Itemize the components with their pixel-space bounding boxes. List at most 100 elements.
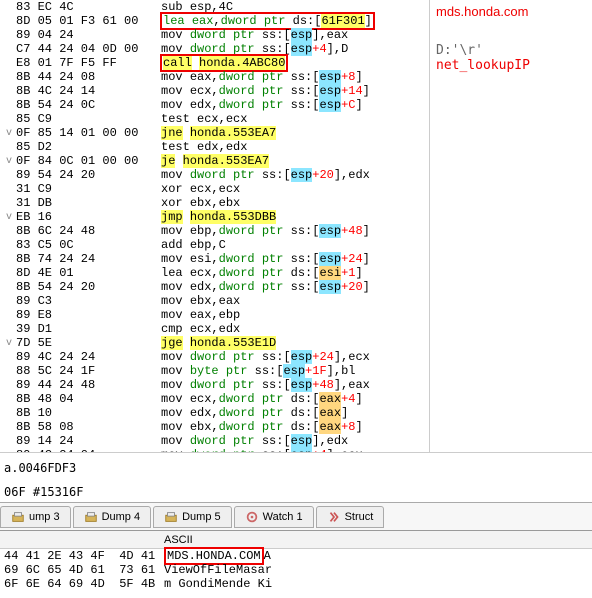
disasm-row[interactable]: 31 DBxor ebx,ebx bbox=[0, 196, 429, 210]
tab-watch-1[interactable]: Watch 1 bbox=[234, 506, 314, 528]
hex-bytes: 8D 4E 01 bbox=[16, 266, 161, 280]
asm-text: mov eax,dword ptr ss:[esp+8] bbox=[161, 70, 429, 84]
hex-bytes: 0F 85 14 01 00 00 bbox=[16, 126, 161, 140]
disasm-row[interactable]: 83 C5 0Cadd ebp,C bbox=[0, 238, 429, 252]
hex-bytes: 8D 05 01 F3 61 00 bbox=[16, 14, 161, 28]
gutter-mark: v bbox=[2, 156, 16, 167]
disasm-listing[interactable]: 83 EC 4Csub esp,4C8D 05 01 F3 61 00lea e… bbox=[0, 0, 430, 452]
hex-bytes: 89 54 24 20 bbox=[16, 168, 161, 182]
dump-icon bbox=[84, 510, 98, 524]
annotation-drive: D:'\r' bbox=[436, 43, 483, 58]
reference-address: a.0046FDF3 bbox=[4, 461, 588, 475]
disasm-row[interactable]: 89 E8mov eax,ebp bbox=[0, 308, 429, 322]
disasm-row[interactable]: 8B 58 08mov ebx,dword ptr ds:[eax+8] bbox=[0, 420, 429, 434]
disasm-row[interactable]: 8B 48 04mov ecx,dword ptr ds:[eax+4] bbox=[0, 392, 429, 406]
asm-text: jge honda.553E1D bbox=[161, 336, 429, 350]
disasm-row[interactable]: 89 4C 24 24mov dword ptr ss:[esp+24],ecx bbox=[0, 350, 429, 364]
hex-bytes: 31 DB bbox=[16, 196, 161, 210]
asm-text: mov ecx,dword ptr ss:[esp+14] bbox=[161, 84, 429, 98]
reference-bar: a.0046FDF3 06F #15316F bbox=[0, 453, 592, 503]
asm-text: jmp honda.553DBB bbox=[161, 210, 429, 224]
disasm-row[interactable]: v0F 85 14 01 00 00jne honda.553EA7 bbox=[0, 126, 429, 140]
disasm-row[interactable]: 89 44 24 48mov dword ptr ss:[esp+48],eax bbox=[0, 378, 429, 392]
hex-bytes: 8B 6C 24 48 bbox=[16, 224, 161, 238]
asm-text: jne honda.553EA7 bbox=[161, 126, 429, 140]
disasm-row[interactable]: 8B 54 24 20mov edx,dword ptr ss:[esp+20] bbox=[0, 280, 429, 294]
disasm-row[interactable]: 8D 05 01 F3 61 00lea eax,dword ptr ds:[6… bbox=[0, 14, 429, 28]
disasm-row[interactable]: 89 04 24mov dword ptr ss:[esp],eax bbox=[0, 28, 429, 42]
disasm-row[interactable]: 8B 4C 24 14mov ecx,dword ptr ss:[esp+14] bbox=[0, 84, 429, 98]
disasm-row[interactable]: 88 5C 24 1Fmov byte ptr ss:[esp+1F],bl bbox=[0, 364, 429, 378]
tab-label: Struct bbox=[345, 511, 374, 523]
disasm-row[interactable]: 89 4C 24 04mov dword ptr ss:[esp+4],ecx bbox=[0, 448, 429, 452]
dump-row[interactable]: 6F 6E 64 69 4D 5F 4Bm GondiMende Ki bbox=[0, 577, 592, 591]
tab-dump-5[interactable]: Dump 5 bbox=[153, 506, 232, 528]
asm-text: mov dword ptr ss:[esp],edx bbox=[161, 434, 429, 448]
asm-text: mov esi,dword ptr ss:[esp+24] bbox=[161, 252, 429, 266]
dump-header-ascii: ASCII bbox=[160, 534, 592, 546]
hex-bytes: 85 D2 bbox=[16, 140, 161, 154]
hex-bytes: E8 01 7F F5 FF bbox=[16, 56, 161, 70]
annotation-pane: mds.honda.com D:'\r' net_lookupIP bbox=[430, 0, 592, 452]
hex-bytes: 89 4C 24 24 bbox=[16, 350, 161, 364]
disasm-row[interactable]: v7D 5Ejge honda.553E1D bbox=[0, 336, 429, 350]
asm-text: mov eax,ebp bbox=[161, 308, 429, 322]
disasm-row[interactable]: 8B 6C 24 48mov ebp,dword ptr ss:[esp+48] bbox=[0, 224, 429, 238]
reference-position: 06F #15316F bbox=[4, 485, 588, 499]
disasm-row[interactable]: 89 14 24mov dword ptr ss:[esp],edx bbox=[0, 434, 429, 448]
disassembly-pane: 83 EC 4Csub esp,4C8D 05 01 F3 61 00lea e… bbox=[0, 0, 592, 453]
dump-icon bbox=[11, 510, 25, 524]
hex-bytes: 89 44 24 48 bbox=[16, 378, 161, 392]
dump-row[interactable]: 44 41 2E 43 4F 4D 41MDS.HONDA.COMA bbox=[0, 549, 592, 563]
disasm-row[interactable]: 89 C3mov ebx,eax bbox=[0, 294, 429, 308]
disasm-row[interactable]: 31 C9xor ecx,ecx bbox=[0, 182, 429, 196]
hex-bytes: 8B 54 24 20 bbox=[16, 280, 161, 294]
disasm-row[interactable]: 89 54 24 20mov dword ptr ss:[esp+20],edx bbox=[0, 168, 429, 182]
asm-text: mov dword ptr ss:[esp+4],ecx bbox=[161, 448, 429, 452]
dump-hex: 44 41 2E 43 4F 4D 41 bbox=[0, 549, 160, 563]
gutter-mark: v bbox=[2, 338, 16, 349]
dump-row[interactable]: 69 6C 65 4D 61 73 61ViewOfFileMasar bbox=[0, 563, 592, 577]
disasm-row[interactable]: 8B 74 24 24mov esi,dword ptr ss:[esp+24] bbox=[0, 252, 429, 266]
disasm-row[interactable]: 8B 54 24 0Cmov edx,dword ptr ss:[esp+C] bbox=[0, 98, 429, 112]
hex-bytes: 8B 10 bbox=[16, 406, 161, 420]
tab-label: Watch 1 bbox=[263, 511, 303, 523]
disasm-row[interactable]: 8D 4E 01lea ecx,dword ptr ds:[esi+1] bbox=[0, 266, 429, 280]
hex-bytes: 7D 5E bbox=[16, 336, 161, 350]
gutter-mark: v bbox=[2, 128, 16, 139]
dump-hex: 6F 6E 64 69 4D 5F 4B bbox=[0, 577, 160, 591]
hex-bytes: 83 EC 4C bbox=[16, 0, 161, 14]
asm-text: mov ebp,dword ptr ss:[esp+48] bbox=[161, 224, 429, 238]
asm-text: test edx,edx bbox=[161, 140, 429, 154]
asm-text: lea ecx,dword ptr ds:[esi+1] bbox=[161, 266, 429, 280]
asm-text: mov edx,dword ptr ds:[eax] bbox=[161, 406, 429, 420]
hex-bytes: 39 D1 bbox=[16, 322, 161, 336]
hex-bytes: 89 04 24 bbox=[16, 28, 161, 42]
disasm-row[interactable]: 85 D2test edx,edx bbox=[0, 140, 429, 154]
hex-bytes: EB 16 bbox=[16, 210, 161, 224]
disasm-row[interactable]: 8B 10mov edx,dword ptr ds:[eax] bbox=[0, 406, 429, 420]
disasm-row[interactable]: 85 C9test ecx,ecx bbox=[0, 112, 429, 126]
tab-dump-4[interactable]: Dump 4 bbox=[73, 506, 152, 528]
hex-bytes: 89 14 24 bbox=[16, 434, 161, 448]
asm-text: mov dword ptr ss:[esp+48],eax bbox=[161, 378, 429, 392]
tab-label: Dump 4 bbox=[102, 511, 141, 523]
hex-dump-pane[interactable]: ASCII 44 41 2E 43 4F 4D 41MDS.HONDA.COMA… bbox=[0, 531, 592, 594]
hex-bytes: 83 C5 0C bbox=[16, 238, 161, 252]
disasm-row[interactable]: vEB 16jmp honda.553DBB bbox=[0, 210, 429, 224]
disasm-row[interactable]: E8 01 7F F5 FFcall honda.4ABC80 bbox=[0, 56, 429, 70]
dump-ascii: m GondiMende Ki bbox=[160, 577, 592, 591]
hex-bytes: 8B 48 04 bbox=[16, 392, 161, 406]
asm-text: cmp ecx,edx bbox=[161, 322, 429, 336]
asm-text: mov ebx,eax bbox=[161, 294, 429, 308]
disasm-row[interactable]: 39 D1cmp ecx,edx bbox=[0, 322, 429, 336]
hex-bytes: 8B 58 08 bbox=[16, 420, 161, 434]
disasm-row[interactable]: v0F 84 0C 01 00 00je honda.553EA7 bbox=[0, 154, 429, 168]
disasm-row[interactable]: 8B 44 24 08mov eax,dword ptr ss:[esp+8] bbox=[0, 70, 429, 84]
tab-label: Dump 5 bbox=[182, 511, 221, 523]
asm-text: lea eax,dword ptr ds:[61F301] bbox=[161, 14, 429, 28]
asm-text: mov edx,dword ptr ss:[esp+20] bbox=[161, 280, 429, 294]
tab-ump-3[interactable]: ump 3 bbox=[0, 506, 71, 528]
tab-struct[interactable]: Struct bbox=[316, 506, 385, 528]
asm-text: mov dword ptr ss:[esp+20],edx bbox=[161, 168, 429, 182]
